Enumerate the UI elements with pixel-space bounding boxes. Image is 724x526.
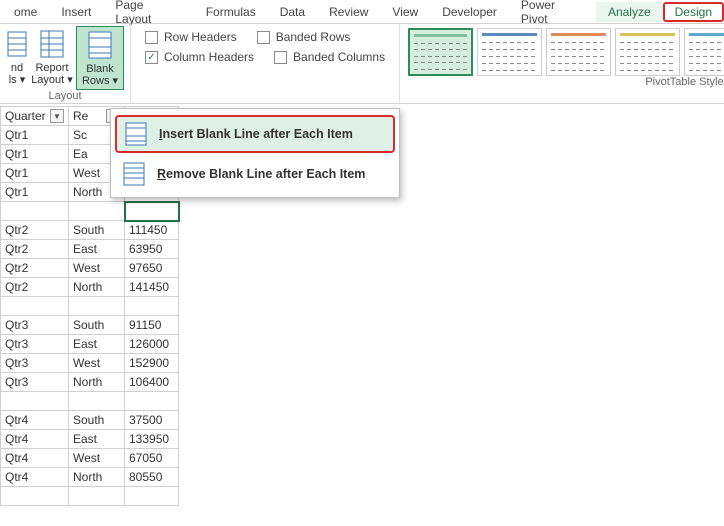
cell[interactable] xyxy=(69,202,125,221)
report-layout-button[interactable]: Report Layout ▾ xyxy=(28,26,76,88)
cell[interactable] xyxy=(1,392,69,411)
pivottable-styles-group: PivotTable Styles xyxy=(400,24,724,103)
banded-rows-checkbox[interactable]: Banded Rows xyxy=(257,30,351,44)
cell[interactable]: 63950 xyxy=(125,240,179,259)
style-thumb[interactable] xyxy=(477,28,542,76)
cell[interactable]: 67050 xyxy=(125,449,179,468)
cell[interactable]: Qtr4 xyxy=(1,411,69,430)
cell[interactable] xyxy=(69,392,125,411)
insert-blank-line-item[interactable]: Insert Blank Line after Each Item xyxy=(115,115,395,153)
cell[interactable] xyxy=(125,297,179,316)
cell[interactable]: 80550 xyxy=(125,468,179,487)
cell[interactable] xyxy=(69,487,125,506)
cell[interactable] xyxy=(125,392,179,411)
style-thumb[interactable] xyxy=(615,28,680,76)
cell[interactable]: East xyxy=(69,430,125,449)
checkbox-checked-icon: ✓ xyxy=(145,51,158,64)
cell[interactable]: Qtr3 xyxy=(1,316,69,335)
checkbox-icon xyxy=(274,51,287,64)
cell[interactable]: 133950 xyxy=(125,430,179,449)
cell[interactable]: Qtr2 xyxy=(1,278,69,297)
cell[interactable]: West xyxy=(69,259,125,278)
style-options-group: Row Headers Banded Rows ✓ Column Headers… xyxy=(131,24,400,103)
cell[interactable]: West xyxy=(69,354,125,373)
styles-label: PivotTable Styles xyxy=(408,76,724,90)
cell[interactable] xyxy=(69,297,125,316)
cell[interactable]: Qtr3 xyxy=(1,373,69,392)
blank-rows-button[interactable]: Blank Rows ▾ xyxy=(76,26,124,90)
cell[interactable]: Qtr1 xyxy=(1,183,69,202)
layout-group: nd ls ▾ Report Layout ▾ Blank Rows ▾ Lay… xyxy=(0,24,131,103)
cell[interactable]: 141450 xyxy=(125,278,179,297)
tab-home[interactable]: ome xyxy=(2,2,49,22)
cell[interactable] xyxy=(125,202,179,221)
tab-view[interactable]: View xyxy=(380,2,430,22)
layout-group-label: Layout xyxy=(6,90,124,104)
banded-columns-checkbox[interactable]: Banded Columns xyxy=(274,50,385,64)
cell[interactable] xyxy=(1,297,69,316)
cell[interactable]: 111450 xyxy=(125,221,179,240)
cell[interactable]: Qtr4 xyxy=(1,430,69,449)
cell[interactable]: South xyxy=(69,221,125,240)
style-thumb[interactable] xyxy=(684,28,724,76)
cell[interactable]: Qtr2 xyxy=(1,221,69,240)
tab-insert[interactable]: Insert xyxy=(49,2,103,22)
cell[interactable]: East xyxy=(69,335,125,354)
cell[interactable]: East xyxy=(69,240,125,259)
cell[interactable]: Qtr2 xyxy=(1,240,69,259)
tab-design[interactable]: Design xyxy=(663,2,724,22)
cell[interactable]: 37500 xyxy=(125,411,179,430)
cell[interactable]: Qtr3 xyxy=(1,354,69,373)
cell[interactable]: North xyxy=(69,278,125,297)
column-headers-checkbox[interactable]: ✓ Column Headers xyxy=(145,50,254,64)
cell[interactable]: 91150 xyxy=(125,316,179,335)
cell[interactable] xyxy=(125,487,179,506)
filter-arrow-icon[interactable]: ▼ xyxy=(50,109,64,123)
grand-totals-button[interactable]: nd ls ▾ xyxy=(6,26,28,88)
quarter-header[interactable]: Quarter▼ xyxy=(1,107,69,126)
cell[interactable]: 97650 xyxy=(125,259,179,278)
cell[interactable]: Qtr2 xyxy=(1,259,69,278)
ribbon-body: nd ls ▾ Report Layout ▾ Blank Rows ▾ Lay… xyxy=(0,24,724,104)
tab-formulas[interactable]: Formulas xyxy=(194,2,268,22)
menu-item-label: Remove Blank Line after Each Item xyxy=(157,167,365,181)
cell[interactable]: North xyxy=(69,468,125,487)
cell[interactable]: Qtr3 xyxy=(1,335,69,354)
cell[interactable]: Qtr4 xyxy=(1,449,69,468)
remove-blank-line-item[interactable]: Remove Blank Line after Each Item xyxy=(111,155,399,193)
cell[interactable]: North xyxy=(69,373,125,392)
menu-item-label: Insert Blank Line after Each Item xyxy=(159,127,353,141)
cell[interactable]: Qtr1 xyxy=(1,126,69,145)
blank-rows-dropdown: Insert Blank Line after Each Item Remove… xyxy=(110,108,400,198)
cell[interactable] xyxy=(1,487,69,506)
row-headers-checkbox[interactable]: Row Headers xyxy=(145,30,237,44)
sheet-insert-icon xyxy=(123,121,149,147)
cell[interactable]: 106400 xyxy=(125,373,179,392)
style-thumb[interactable] xyxy=(546,28,611,76)
sheet-remove-icon xyxy=(121,161,147,187)
sheet-icon xyxy=(36,28,68,60)
cell[interactable]: South xyxy=(69,316,125,335)
tab-review[interactable]: Review xyxy=(317,2,380,22)
cell[interactable]: Qtr1 xyxy=(1,164,69,183)
styles-gallery xyxy=(408,28,724,76)
sheet-icon xyxy=(84,29,116,61)
tab-data[interactable]: Data xyxy=(268,2,317,22)
cell[interactable]: Qtr1 xyxy=(1,145,69,164)
tab-developer[interactable]: Developer xyxy=(430,2,509,22)
cell[interactable]: 152900 xyxy=(125,354,179,373)
checkbox-icon xyxy=(257,31,270,44)
style-thumb[interactable] xyxy=(408,28,473,76)
cell[interactable]: South xyxy=(69,411,125,430)
cell[interactable]: Qtr4 xyxy=(1,468,69,487)
tab-analyze[interactable]: Analyze xyxy=(596,2,663,22)
cell[interactable] xyxy=(1,202,69,221)
cell[interactable]: 126000 xyxy=(125,335,179,354)
cell[interactable]: West xyxy=(69,449,125,468)
checkbox-icon xyxy=(145,31,158,44)
ribbon-tabs: ome Insert Page Layout Formulas Data Rev… xyxy=(0,0,724,24)
